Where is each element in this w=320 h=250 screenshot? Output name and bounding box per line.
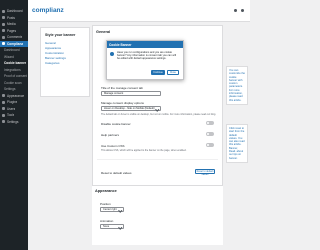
- sidebar-item-label: Settings: [7, 119, 19, 124]
- disable-banner-toggle[interactable]: [206, 121, 214, 125]
- sidebar-item-label: Cookie scan: [4, 80, 22, 85]
- custom-css-label: Use Custom CSS: [101, 144, 125, 148]
- pages-icon: [2, 29, 5, 33]
- sidebar-item-label: Wizard: [4, 54, 14, 59]
- settings-icon: [2, 120, 5, 124]
- cookie-banner-dialog: Cookie Banner Have you run configuration…: [106, 40, 184, 80]
- appearance-section: Appearance Position Center right Animati…: [92, 185, 223, 245]
- header-icons: [234, 9, 244, 12]
- sidebar-item-label: Dashboard: [7, 9, 23, 14]
- position-label: Position: [100, 202, 111, 206]
- sidebar-item-label: Cookie banner: [4, 61, 27, 66]
- posts-icon: [2, 16, 5, 20]
- display-options-description: The default tab on hover is visible on d…: [101, 113, 216, 116]
- nav-link-categories[interactable]: Categories: [45, 61, 85, 66]
- disable-banner-label: Disable cookie banner: [101, 122, 131, 126]
- sidebar-item-label: Media: [7, 22, 16, 27]
- help-tip-text-2[interactable]: Click reset to start from the default va…: [229, 127, 245, 160]
- plugins-icon: [2, 100, 5, 104]
- animation-label: Animation: [100, 219, 114, 223]
- position-select[interactable]: Center right: [100, 207, 124, 212]
- sidebar-item-label: Appearance: [7, 93, 25, 98]
- display-options-select[interactable]: Hover on Desktop - hide on Mobile (Defau…: [101, 106, 161, 111]
- sidebar-item-label: Comments: [7, 35, 23, 40]
- sidebar-item-label: Plugins: [7, 100, 18, 105]
- users-icon: [2, 107, 5, 111]
- settings-icon[interactable]: [241, 9, 244, 12]
- banner-nav-links: General Appearance Customization Banner …: [41, 39, 89, 68]
- dialog-body: Have you run configurations and you are …: [117, 50, 176, 61]
- custom-css-toggle[interactable]: [206, 143, 214, 147]
- help-tip-card-2: Click reset to start from the default va…: [226, 124, 248, 163]
- admin-menu: Dashboard Posts Media Pages Comments Complian…: [0, 8, 28, 125]
- sidebar-item-label: Dashboard: [4, 48, 20, 53]
- sidebar-item-label: Integrations: [4, 67, 21, 72]
- appearance-title: Appearance: [95, 189, 117, 193]
- support-icon[interactable]: [234, 9, 237, 12]
- media-icon: [2, 22, 5, 26]
- info-icon: [110, 52, 114, 56]
- sidebar-item-settings[interactable]: Settings: [0, 119, 28, 126]
- complianz-logo: complianz: [32, 7, 64, 14]
- divider: [97, 159, 218, 160]
- dialog-continue-button[interactable]: Continue: [151, 70, 165, 75]
- banner-nav-card: Style your banner General Appearance Cus…: [40, 27, 90, 97]
- display-options-label: Manage consent display options: [101, 101, 144, 105]
- panel-title: General: [96, 30, 111, 34]
- comments-icon: [2, 35, 5, 39]
- complianz-icon: [2, 42, 5, 46]
- dashboard-icon: [2, 9, 5, 13]
- animation-select[interactable]: None: [100, 224, 124, 229]
- sidebar-item-label: Complianz: [7, 41, 24, 46]
- sidebar-item-label: Proof of consent: [4, 74, 28, 79]
- appearance-icon: [2, 94, 5, 98]
- sidebar-item-label: Pages: [7, 28, 17, 33]
- top-header: complianz: [28, 0, 250, 22]
- sidebar-item-label: Settings: [4, 87, 16, 92]
- help-partners-toggle[interactable]: [206, 132, 214, 136]
- help-partners-label: Help partners: [101, 133, 120, 137]
- banner-nav-title: Style your banner: [45, 33, 76, 37]
- reset-defaults-button[interactable]: Reset to default values: [195, 169, 215, 176]
- sidebar-item-label: Tools: [7, 113, 15, 118]
- reset-label: Reset to default values: [101, 171, 132, 175]
- tools-icon: [2, 113, 5, 117]
- sidebar-item-label: Posts: [7, 15, 15, 20]
- help-tip-card-1: You can customize the cookie banner with…: [226, 66, 248, 105]
- manage-consent-title-label: Title of the manage consent tab: [101, 86, 143, 90]
- custom-css-description: This allows CSS, which will be applied t…: [101, 149, 187, 152]
- manage-consent-title-input[interactable]: Manage consent: [101, 91, 161, 96]
- dialog-close-button[interactable]: Close: [166, 70, 179, 75]
- dialog-buttons: Continue Close: [151, 70, 179, 75]
- admin-sidebar: Dashboard Posts Media Pages Comments Complian…: [0, 0, 28, 250]
- sidebar-item-label: Users: [7, 106, 16, 111]
- help-tip-text-1[interactable]: You can customize the cookie banner with…: [229, 69, 245, 102]
